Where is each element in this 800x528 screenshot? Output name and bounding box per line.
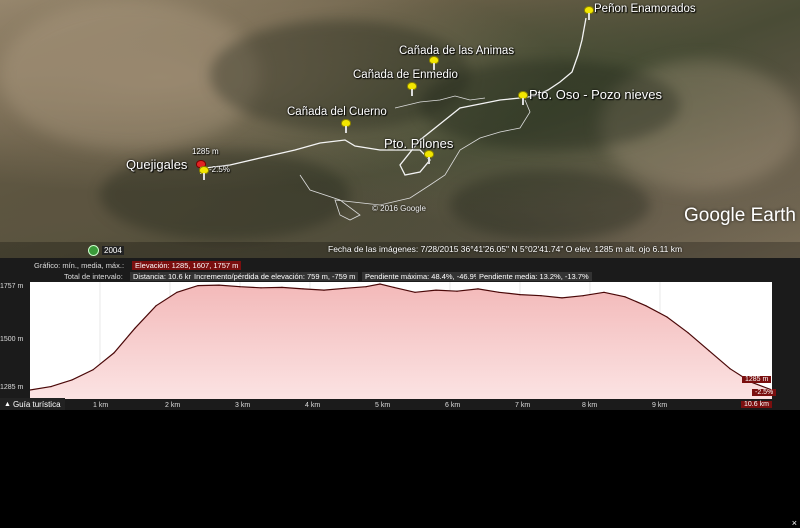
elevation-point <box>239 286 241 288</box>
elevation-point <box>365 286 367 288</box>
elevation-point <box>50 386 52 388</box>
elevation-point <box>281 286 283 288</box>
elevation-point <box>197 285 199 287</box>
place-label-pilones: Pto. Pilones <box>384 136 454 151</box>
placemark-pin[interactable] <box>429 56 439 70</box>
satellite-map[interactable]: Peñon Enamorados Cañada de las Animas Ca… <box>0 0 800 258</box>
expand-arrow-icon: ▲ <box>4 400 11 408</box>
place-label-penon: Peñon Enamorados <box>594 3 696 15</box>
placemark-pin[interactable] <box>341 119 351 133</box>
end-slope-label: -2.5% <box>752 389 777 396</box>
elevation-chart[interactable] <box>30 282 772 399</box>
historical-imagery-year: 2004 <box>102 246 124 255</box>
elevation-point <box>582 295 584 297</box>
track-path <box>299 99 531 221</box>
place-label-enmedio: Cañada de Enmedio <box>353 69 458 81</box>
elevation-point <box>435 289 437 291</box>
elevation-area <box>30 284 772 399</box>
x-tick-label: 3 km <box>235 402 251 409</box>
elevation-point <box>624 296 626 298</box>
x-tick-label: 8 km <box>582 402 598 409</box>
elevation-point <box>498 291 500 293</box>
tour-guide-button[interactable]: ▲ Guía turística <box>0 398 65 410</box>
place-label-cuerno: Cañada del Cuerno <box>287 106 387 118</box>
end-distance-label: 10.6 km <box>741 401 772 408</box>
placemark-pin[interactable] <box>424 150 434 164</box>
x-tick-label: 1 km <box>93 402 109 409</box>
y-tick-label: 1285 m <box>0 384 24 391</box>
end-elevation-label: 1285 m <box>742 376 772 383</box>
elevation-point <box>561 297 563 299</box>
x-tick-label: 4 km <box>305 402 321 409</box>
elevation-point <box>92 369 94 371</box>
elevation-point <box>379 283 381 285</box>
x-tick-label: 7 km <box>515 402 531 409</box>
elevation-point <box>687 332 689 334</box>
distance-value: Distancia: 10.6 km <box>130 272 198 281</box>
copyright-text: © 2016 Google <box>372 204 426 213</box>
elevation-gain-loss: Incremento/pérdida de elevación: 759 m, … <box>191 272 359 281</box>
elevation-point <box>260 287 262 289</box>
close-icon[interactable]: × <box>792 518 797 528</box>
elevation-point <box>218 284 220 286</box>
elevation-point <box>323 289 325 291</box>
x-tick-label: 5 km <box>375 402 391 409</box>
google-earth-logo: Google Earth <box>684 205 796 226</box>
interval-label: Total de intervalo: <box>64 272 123 281</box>
elevation-point <box>344 287 346 289</box>
elevation-point <box>645 305 647 307</box>
route-overlay <box>204 17 587 221</box>
y-tick-label: 1757 m <box>0 283 24 290</box>
x-tick-label: 2 km <box>165 402 181 409</box>
elevation-point <box>603 291 605 293</box>
elevation-point <box>393 286 395 288</box>
elevation-point <box>729 368 731 370</box>
elevation-point <box>540 295 542 297</box>
place-label-animas: Cañada de las Animas <box>399 45 515 57</box>
elevation-point <box>302 288 304 290</box>
elevation-point <box>414 291 416 293</box>
place-label-oso: Pto. Oso - Pozo nieves <box>529 87 662 102</box>
elevation-point <box>71 379 73 381</box>
elevation-point <box>113 352 115 354</box>
cursor-elevation-label: 1285 m <box>192 147 219 156</box>
elevation-point <box>456 290 458 292</box>
x-tick-label: 9 km <box>652 402 668 409</box>
status-text: Fecha de las imágenes: 7/28/2015 36°41'2… <box>328 244 683 254</box>
cursor-slope-label: -2.5% <box>209 165 230 174</box>
historical-imagery-badge[interactable]: 2004 <box>88 245 124 256</box>
y-tick-label: 1500 m <box>0 336 24 343</box>
placemark-pin[interactable] <box>518 91 528 105</box>
historical-imagery-icon[interactable] <box>88 245 99 256</box>
place-label-quejigales: Quejigales <box>126 157 188 172</box>
elevation-point <box>519 294 521 296</box>
placemark-pin[interactable] <box>199 166 209 180</box>
elevation-point <box>666 316 668 318</box>
tour-guide-label: Guía turística <box>12 399 61 409</box>
elevation-point <box>708 350 710 352</box>
graph-label: Gráfico: mín., media, máx.: <box>34 261 125 270</box>
elevation-point <box>155 305 157 307</box>
placemark-pin[interactable] <box>407 82 417 96</box>
elevation-point <box>134 327 136 329</box>
max-slope: Pendiente máxima: 48.4%, -46.9% <box>362 272 484 281</box>
elevation-point <box>176 291 178 293</box>
placemark-pin[interactable] <box>584 6 594 20</box>
elevation-point <box>477 288 479 290</box>
elevation-summary: Elevación: 1285, 1607, 1757 m <box>132 261 242 270</box>
average-slope: Pendiente media: 13.2%, -13.7% <box>476 272 592 281</box>
x-tick-label: 6 km <box>445 402 461 409</box>
